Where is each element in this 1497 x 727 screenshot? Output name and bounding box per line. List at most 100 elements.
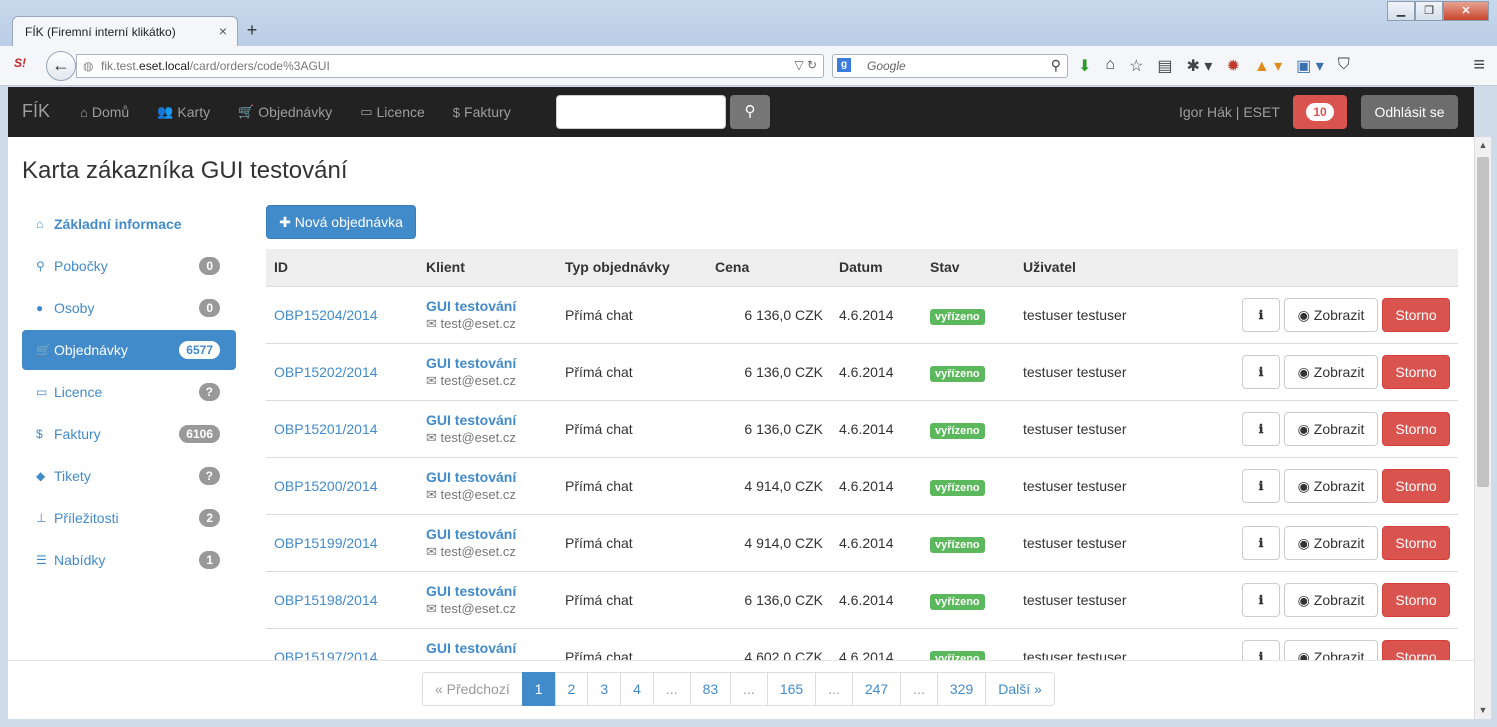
bookmark-star-icon[interactable]: ☆ bbox=[1129, 56, 1143, 76]
window-close-icon[interactable]: ✕ bbox=[1443, 1, 1489, 21]
order-type: Přímá chat bbox=[557, 399, 707, 457]
order-id-link[interactable]: OBP15201/2014 bbox=[274, 421, 378, 437]
show-button[interactable]: ◉ Zobrazit bbox=[1284, 639, 1378, 660]
storno-button[interactable]: Storno bbox=[1382, 468, 1450, 503]
info-button[interactable]: ℹ bbox=[1242, 411, 1280, 446]
bookmarks-list-icon[interactable]: ▤ bbox=[1157, 56, 1172, 76]
info-button[interactable]: ℹ bbox=[1242, 297, 1280, 332]
client-name-link[interactable]: GUI testování bbox=[426, 355, 549, 371]
column-header-user[interactable]: Uživatel bbox=[1015, 249, 1205, 286]
pagination-page[interactable]: 2 bbox=[554, 672, 589, 706]
sidebar-item-licences[interactable]: ▭ Licence ? bbox=[22, 372, 236, 412]
extension-qj-icon[interactable]: ▣ ▾ bbox=[1296, 56, 1324, 76]
close-tab-icon[interactable]: × bbox=[219, 23, 227, 39]
order-id-link[interactable]: OBP15197/2014 bbox=[274, 649, 378, 660]
show-button[interactable]: ◉ Zobrazit bbox=[1284, 468, 1378, 503]
order-id-link[interactable]: OBP15199/2014 bbox=[274, 535, 378, 551]
info-button[interactable]: ℹ bbox=[1242, 525, 1280, 560]
show-button[interactable]: ◉ Zobrazit bbox=[1284, 354, 1378, 389]
notifications-button[interactable]: 10 bbox=[1293, 95, 1347, 129]
app-brand[interactable]: FÍK bbox=[22, 101, 50, 122]
extension-triangle-icon[interactable]: ▲ ▾ bbox=[1254, 56, 1282, 76]
pagination-page[interactable]: 329 bbox=[936, 672, 987, 706]
storno-button[interactable]: Storno bbox=[1382, 639, 1450, 660]
info-button[interactable]: ℹ bbox=[1242, 354, 1280, 389]
scroll-down-icon[interactable]: ▼ bbox=[1475, 702, 1491, 719]
nav-licences[interactable]: ▭ Licence bbox=[360, 87, 439, 137]
client-email: ✉ test@eset.cz bbox=[426, 373, 549, 389]
maximize-icon[interactable]: ❐ bbox=[1415, 1, 1443, 21]
column-header-id[interactable]: ID bbox=[266, 249, 418, 286]
order-id-link[interactable]: OBP15202/2014 bbox=[274, 364, 378, 380]
order-id-link[interactable]: OBP15200/2014 bbox=[274, 478, 378, 494]
nav-orders[interactable]: 🛒 Objednávky bbox=[238, 87, 346, 137]
scroll-thumb[interactable] bbox=[1477, 157, 1489, 487]
info-button[interactable]: ℹ bbox=[1242, 468, 1280, 503]
sidebar-item-opportunities[interactable]: ⊥ Příležitosti 2 bbox=[22, 498, 236, 538]
pagination-page[interactable]: 83 bbox=[689, 672, 732, 706]
client-name-link[interactable]: GUI testování bbox=[426, 583, 549, 599]
pagination-page[interactable]: 3 bbox=[587, 672, 622, 706]
column-header-type[interactable]: Typ objednávky bbox=[557, 249, 707, 286]
client-name-link[interactable]: GUI testování bbox=[426, 640, 549, 656]
info-button[interactable]: ℹ bbox=[1242, 639, 1280, 660]
order-id-link[interactable]: OBP15204/2014 bbox=[274, 307, 378, 323]
client-name-link[interactable]: GUI testování bbox=[426, 412, 549, 428]
show-button[interactable]: ◉ Zobrazit bbox=[1284, 525, 1378, 560]
logout-button[interactable]: Odhlásit se bbox=[1361, 95, 1458, 129]
sidebar-item-invoices[interactable]: $ Faktury 6106 bbox=[22, 414, 236, 454]
home-icon[interactable]: ⌂ bbox=[1105, 56, 1115, 76]
page-scrollbar[interactable]: ▲ ▼ bbox=[1474, 137, 1491, 719]
pagination-page[interactable]: 247 bbox=[851, 672, 902, 706]
app-search-input[interactable] bbox=[556, 95, 726, 129]
show-button[interactable]: ◉ Zobrazit bbox=[1284, 297, 1378, 332]
sidebar-item-persons[interactable]: ● Osoby 0 bbox=[22, 288, 236, 328]
client-name-link[interactable]: GUI testování bbox=[426, 526, 549, 542]
show-button[interactable]: ◉ Zobrazit bbox=[1284, 411, 1378, 446]
browser-search-input[interactable]: g Google ⚲ bbox=[832, 54, 1068, 78]
scroll-up-icon[interactable]: ▲ bbox=[1475, 137, 1491, 154]
app-search-button[interactable]: ⚲ bbox=[730, 95, 770, 129]
client-name-link[interactable]: GUI testování bbox=[426, 469, 549, 485]
info-button[interactable]: ℹ bbox=[1242, 582, 1280, 617]
sidebar-item-branches[interactable]: ⚲ Pobočky 0 bbox=[22, 246, 236, 286]
storno-button[interactable]: Storno bbox=[1382, 582, 1450, 617]
column-header-client[interactable]: Klient bbox=[418, 249, 557, 286]
sidebar-item-offers[interactable]: ☰ Nabídky 1 bbox=[22, 540, 236, 580]
pagination-page[interactable]: 165 bbox=[766, 672, 817, 706]
notifications-count: 10 bbox=[1306, 103, 1334, 121]
reload-icon[interactable]: ▽ ↻ bbox=[794, 58, 817, 72]
client-name-link[interactable]: GUI testování bbox=[426, 298, 549, 314]
back-arrow-icon[interactable]: ← bbox=[46, 51, 76, 81]
extension-shield-icon[interactable]: ⛉ bbox=[1338, 56, 1350, 76]
storno-button[interactable]: Storno bbox=[1382, 411, 1450, 446]
pagination-page[interactable]: 1 bbox=[521, 672, 556, 706]
column-header-date[interactable]: Datum bbox=[831, 249, 922, 286]
storno-button[interactable]: Storno bbox=[1382, 297, 1450, 332]
download-icon[interactable]: ⬇ bbox=[1078, 56, 1091, 76]
address-bar[interactable]: ◍ fik.test.eset.local/card/orders/code%3… bbox=[76, 54, 824, 78]
new-tab-icon[interactable]: + bbox=[244, 20, 260, 41]
column-header-state[interactable]: Stav bbox=[922, 249, 1015, 286]
pagination-page[interactable]: 4 bbox=[620, 672, 654, 706]
minimize-icon[interactable]: ▁ bbox=[1387, 1, 1415, 21]
column-header-price[interactable]: Cena bbox=[707, 249, 831, 286]
nav-invoices[interactable]: $ Faktury bbox=[453, 87, 525, 137]
browser-tab[interactable]: FÍK (Firemní interní klikátko) × bbox=[12, 16, 238, 46]
storno-button[interactable]: Storno bbox=[1382, 354, 1450, 389]
sidebar-item-orders[interactable]: 🛒 Objednávky 6577 bbox=[22, 330, 236, 370]
extension-bug-icon[interactable]: ✱ ▾ bbox=[1187, 56, 1213, 76]
magnifier-icon[interactable]: ⚲ bbox=[1051, 57, 1061, 74]
nav-cards[interactable]: 👥 Karty bbox=[157, 87, 224, 137]
client-email: ✉ test@eset.cz bbox=[426, 601, 549, 617]
sidebar-item-tickets[interactable]: ◆ Tikety ? bbox=[22, 456, 236, 496]
sidebar-item-basic-info[interactable]: ⌂ Základní informace bbox=[22, 204, 236, 244]
pagination-next[interactable]: Další » bbox=[985, 672, 1055, 706]
hamburger-menu-icon[interactable]: ≡ bbox=[1473, 54, 1485, 77]
extension-gear-icon[interactable]: ✹ bbox=[1226, 56, 1239, 76]
show-button[interactable]: ◉ Zobrazit bbox=[1284, 582, 1378, 617]
nav-home[interactable]: ⌂ Domů bbox=[80, 87, 143, 137]
new-order-button[interactable]: ✚ Nová objednávka bbox=[266, 205, 416, 239]
order-id-link[interactable]: OBP15198/2014 bbox=[274, 592, 378, 608]
storno-button[interactable]: Storno bbox=[1382, 525, 1450, 560]
